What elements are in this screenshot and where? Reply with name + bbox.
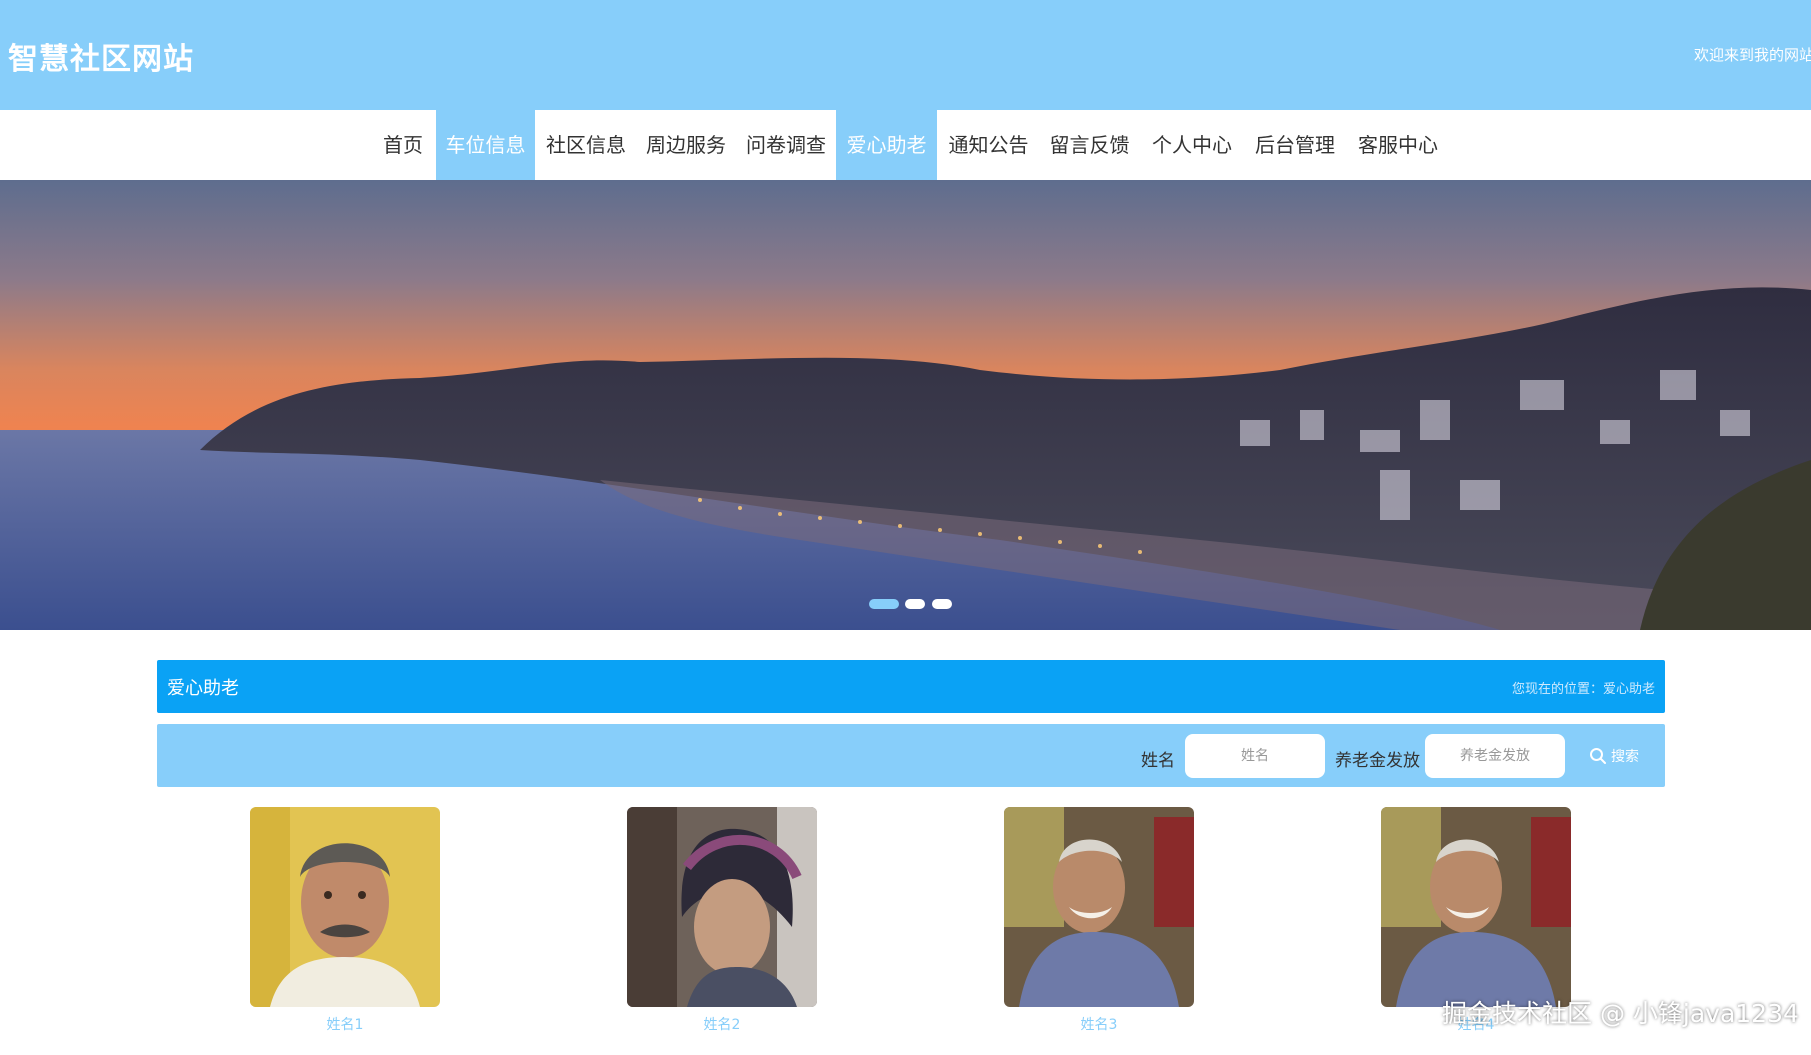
carousel-dot-1[interactable] [869, 599, 899, 609]
elder-photo[interactable] [250, 807, 440, 1007]
elder-name[interactable]: 姓名2 [627, 1014, 817, 1034]
banner-image [0, 180, 1811, 630]
search-button[interactable]: 搜索 [1589, 742, 1639, 770]
nav-item-community[interactable]: 社区信息 [537, 110, 635, 180]
nav-item-home[interactable]: 首页 [374, 110, 432, 180]
carousel-dot-2[interactable] [905, 599, 925, 609]
nav-item-admin[interactable]: 后台管理 [1245, 110, 1345, 180]
nav-item-notices[interactable]: 通知公告 [939, 110, 1038, 180]
welcome-text: 欢迎来到我的网站 [1694, 46, 1811, 64]
name-input[interactable] [1185, 734, 1325, 778]
elder-photo[interactable] [627, 807, 817, 1007]
section-header: 爱心助老 您现在的位置：爱心助老 [157, 660, 1665, 713]
pension-input[interactable] [1425, 734, 1565, 778]
nav-item-feedback[interactable]: 留言反馈 [1040, 110, 1139, 180]
search-bar: 姓名 养老金发放 搜索 [157, 724, 1665, 787]
elder-name[interactable]: 姓名3 [1004, 1014, 1194, 1034]
nav-item-parking[interactable]: 车位信息 [436, 110, 535, 180]
nav-item-nearby-services[interactable]: 周边服务 [637, 110, 735, 180]
banner-carousel[interactable] [0, 180, 1811, 630]
pension-label: 养老金发放 [1335, 751, 1420, 771]
nav-item-profile[interactable]: 个人中心 [1142, 110, 1242, 180]
nav-item-survey[interactable]: 问卷调查 [737, 110, 835, 180]
elder-name[interactable]: 姓名1 [250, 1014, 440, 1034]
name-label: 姓名 [1141, 751, 1175, 771]
nav-item-customer-service[interactable]: 客服中心 [1348, 110, 1448, 180]
site-header: 智慧社区网站 欢迎来到我的网站 [0, 0, 1811, 110]
elder-photo[interactable] [1004, 807, 1194, 1007]
nav-item-elderly-care[interactable]: 爱心助老 [836, 110, 937, 180]
elder-card: 姓名1 [250, 807, 440, 1034]
elder-photo[interactable] [1381, 807, 1571, 1007]
watermark: 掘金技术社区 @ 小锋java1234 [1442, 999, 1799, 1028]
main-nav: 首页 车位信息 社区信息 周边服务 问卷调查 爱心助老 通知公告 留言反馈 个人… [0, 110, 1811, 180]
section-title: 爱心助老 [167, 678, 239, 699]
search-button-label: 搜索 [1611, 749, 1639, 765]
carousel-dot-3[interactable] [932, 599, 952, 609]
breadcrumb: 您现在的位置：爱心助老 [1511, 682, 1655, 697]
elder-card: 姓名3 [1004, 807, 1194, 1034]
site-title[interactable]: 智慧社区网站 [8, 34, 194, 78]
elder-card: 姓名2 [627, 807, 817, 1034]
search-icon [1590, 748, 1606, 764]
